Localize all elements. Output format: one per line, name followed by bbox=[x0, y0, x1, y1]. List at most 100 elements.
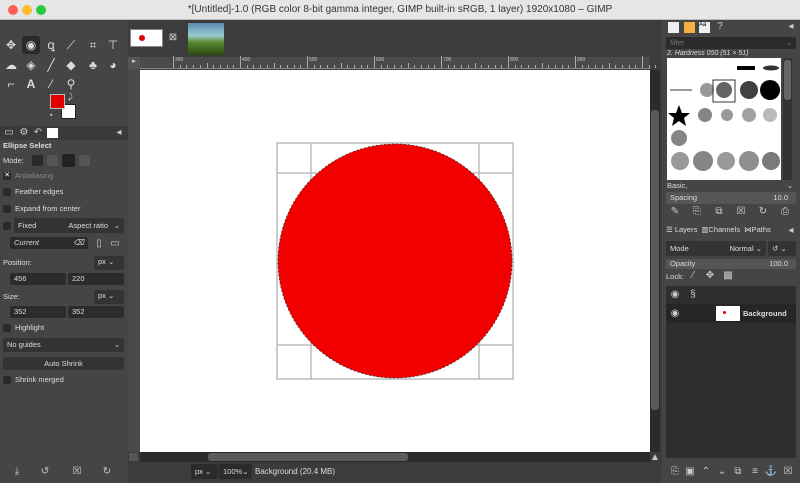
tab-layers[interactable]: ☰ Layers bbox=[666, 225, 697, 234]
duplicate-layer-icon[interactable]: ⧉ bbox=[731, 466, 745, 477]
dock-menu-icon[interactable]: ◂ bbox=[784, 225, 798, 236]
color-picker-icon[interactable]: ⁄ bbox=[42, 75, 60, 93]
vertical-scrollbar[interactable] bbox=[650, 70, 660, 452]
brush-tag[interactable]: Basic, ⌄ bbox=[667, 181, 795, 190]
dock-menu-icon[interactable]: ◂ bbox=[784, 21, 798, 32]
new-group-icon[interactable]: ▣ bbox=[683, 466, 697, 477]
image-tab-untitled[interactable] bbox=[130, 29, 163, 47]
spacing-slider[interactable]: Spacing 10.0 bbox=[666, 192, 796, 204]
shrink-merged-checkbox[interactable] bbox=[3, 375, 11, 384]
crop-tool-icon[interactable]: ⌗ bbox=[84, 36, 102, 54]
brush-scrollbar[interactable] bbox=[783, 58, 792, 180]
fixed-dropdown[interactable]: Fixed Aspect ratio ⌄ bbox=[14, 218, 124, 233]
dock-menu-icon[interactable]: ◂ bbox=[112, 127, 126, 138]
zoom-to-fit-icon[interactable] bbox=[129, 453, 138, 461]
tab-paths[interactable]: ⋈Paths bbox=[744, 225, 771, 234]
undo-history-tab-icon[interactable]: ↶ bbox=[31, 127, 45, 138]
brush-grid[interactable] bbox=[667, 58, 781, 180]
composite-mode-dropdown[interactable]: ↺ ⌄ bbox=[768, 241, 796, 256]
eye-icon[interactable]: ◉ bbox=[668, 308, 682, 319]
ratio-icon[interactable]: ▭ bbox=[108, 238, 122, 249]
new-layer-icon[interactable]: ⎘ bbox=[668, 466, 682, 477]
size-unit-dropdown[interactable]: px ⌄ bbox=[94, 290, 124, 304]
mode-intersect-icon[interactable] bbox=[78, 155, 90, 166]
layer-name[interactable]: Background bbox=[743, 309, 787, 318]
help-icon[interactable]: ? bbox=[713, 21, 727, 32]
fuzzy-select-tool-icon[interactable]: ⟋ bbox=[62, 36, 80, 54]
antialiasing-checkbox[interactable]: ✕ bbox=[3, 171, 11, 180]
mode-replace-icon[interactable] bbox=[31, 155, 43, 166]
device-status-tab-icon[interactable]: ⚙ bbox=[17, 127, 31, 138]
unit-dropdown[interactable]: px ⌄ bbox=[191, 464, 218, 479]
feather-checkbox[interactable] bbox=[3, 187, 11, 196]
zoom-dropdown[interactable]: 100%⌄ bbox=[219, 464, 252, 479]
opacity-slider[interactable]: Opacity 100.0 bbox=[666, 259, 796, 269]
restore-options-icon[interactable]: ↺ bbox=[38, 466, 52, 477]
auto-shrink-button[interactable]: Auto Shrink bbox=[3, 357, 124, 370]
warp-tool-icon[interactable]: ☁ bbox=[2, 56, 20, 74]
document-icon[interactable]: ▯ bbox=[92, 238, 106, 249]
paintbrush-icon[interactable]: ╱ bbox=[42, 56, 60, 74]
lower-layer-icon[interactable]: ⌄ bbox=[715, 466, 729, 477]
transform-tool-icon[interactable]: ⊤ bbox=[104, 36, 122, 54]
swap-colors-icon[interactable]: ⤸ bbox=[68, 92, 73, 102]
clone-tool-icon[interactable]: ♣ bbox=[84, 56, 102, 74]
delete-brush-icon[interactable]: ☒ bbox=[734, 206, 748, 217]
quick-mask-menu-icon[interactable]: ▸ bbox=[128, 57, 140, 69]
lock-alpha-icon[interactable]: ▩ bbox=[721, 270, 735, 281]
lasso-tool-icon[interactable]: ꝗ bbox=[42, 36, 60, 54]
paths-tool-icon[interactable]: ⌐ bbox=[2, 75, 20, 93]
edit-brush-icon[interactable]: ✎ bbox=[668, 206, 682, 217]
eraser-icon[interactable]: ◆ bbox=[62, 56, 80, 74]
expand-checkbox[interactable] bbox=[3, 204, 11, 213]
guides-dropdown[interactable]: No guides ⌄ bbox=[3, 338, 124, 352]
ellipse-select-tool-icon[interactable]: ◉ bbox=[22, 36, 40, 54]
size-width-input[interactable]: 352 bbox=[10, 306, 66, 318]
foreground-color-swatch[interactable] bbox=[50, 94, 65, 109]
close-tab-icon[interactable]: ⊠ bbox=[166, 32, 180, 43]
fonts-tab-icon[interactable]: Aa bbox=[699, 22, 710, 33]
navigate-icon[interactable]: ▲ bbox=[650, 452, 660, 463]
size-height-input[interactable]: 352 bbox=[68, 306, 124, 318]
raise-layer-icon[interactable]: ⌃ bbox=[699, 466, 713, 477]
open-brush-icon[interactable]: ⎙ bbox=[778, 206, 792, 217]
layer-mode-dropdown[interactable]: Mode Normal ⌄ bbox=[666, 241, 766, 256]
move-tool-icon[interactable]: ✥ bbox=[2, 36, 20, 54]
image-tab-landscape[interactable] bbox=[188, 23, 224, 55]
mode-add-icon[interactable] bbox=[46, 155, 58, 166]
zoom-tool-icon[interactable]: ⚲ bbox=[62, 75, 80, 93]
tab-channels[interactable]: ▥Channels bbox=[701, 225, 740, 234]
anchor-layer-icon[interactable]: ⚓ bbox=[764, 466, 778, 477]
patterns-tab-icon[interactable] bbox=[684, 22, 695, 33]
tool-options-tab-icon[interactable]: ▭ bbox=[2, 127, 16, 138]
lock-pixels-icon[interactable]: ⁄ bbox=[686, 270, 700, 281]
position-unit-dropdown[interactable]: px ⌄ bbox=[94, 256, 124, 270]
merge-layer-icon[interactable]: ≡ bbox=[748, 466, 762, 477]
duplicate-brush-icon[interactable]: ⧉ bbox=[712, 206, 726, 217]
smudge-tool-icon[interactable]: ◕ bbox=[104, 56, 122, 74]
mode-subtract-icon[interactable] bbox=[61, 154, 75, 167]
refresh-brushes-icon[interactable]: ↻ bbox=[756, 206, 770, 217]
position-x-input[interactable]: 456 bbox=[10, 273, 66, 285]
lock-position-icon[interactable]: ✥ bbox=[703, 270, 717, 281]
new-brush-icon[interactable]: ⎘ bbox=[690, 206, 704, 217]
ruler-tick bbox=[461, 65, 463, 68]
default-colors-icon[interactable]: ▪ bbox=[50, 112, 52, 119]
fixed-checkbox[interactable] bbox=[3, 222, 11, 230]
brush-filter-input[interactable]: filter ⌄ bbox=[666, 37, 796, 49]
layer-row[interactable]: ◉ Background bbox=[666, 304, 796, 323]
text-tool-icon[interactable]: A bbox=[22, 75, 40, 93]
save-options-icon[interactable]: ⤓ bbox=[10, 466, 24, 477]
highlight-checkbox[interactable] bbox=[3, 323, 11, 332]
brushes-tab-icon[interactable] bbox=[668, 22, 679, 33]
canvas[interactable] bbox=[140, 70, 650, 452]
delete-layer-icon[interactable]: ☒ bbox=[781, 466, 795, 477]
horizontal-scrollbar[interactable] bbox=[140, 452, 650, 462]
ruler-tick bbox=[407, 63, 409, 68]
images-tab-icon[interactable] bbox=[47, 128, 58, 138]
current-field[interactable]: Current ⌫ bbox=[10, 237, 88, 249]
position-y-input[interactable]: 220 bbox=[68, 273, 124, 285]
delete-options-icon[interactable]: ☒ bbox=[70, 466, 84, 477]
bucket-fill-icon[interactable]: ◈ bbox=[22, 56, 40, 74]
reset-options-icon[interactable]: ↻ bbox=[100, 466, 114, 477]
